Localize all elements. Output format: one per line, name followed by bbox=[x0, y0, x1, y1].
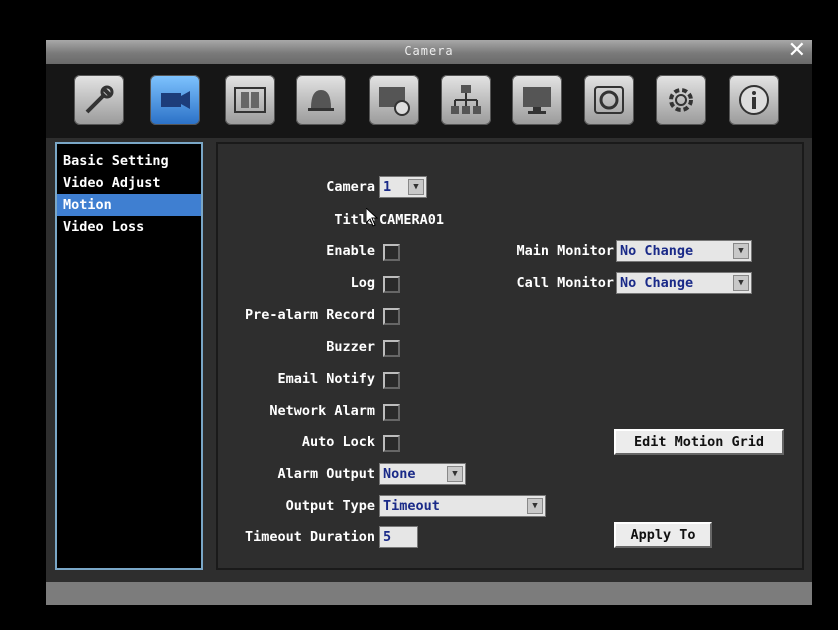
info-icon[interactable] bbox=[729, 75, 779, 125]
timeout-duration-value: 5 bbox=[383, 529, 392, 545]
buzzer-label: Buzzer bbox=[326, 339, 375, 355]
email-notify-label: Email Notify bbox=[277, 371, 375, 387]
settings-menu: Basic Setting Video Adjust Motion Video … bbox=[55, 142, 203, 570]
main-monitor-value: No Change bbox=[620, 243, 694, 259]
title-value[interactable]: CAMERA01 bbox=[379, 212, 444, 228]
monitor-icon[interactable] bbox=[512, 75, 562, 125]
network-icon[interactable] bbox=[441, 75, 491, 125]
main-monitor-label: Main Monitor bbox=[516, 243, 614, 259]
log-checkbox[interactable] bbox=[383, 276, 400, 293]
menu-item-video-adjust[interactable]: Video Adjust bbox=[57, 172, 201, 194]
alarm-output-label: Alarm Output bbox=[277, 466, 375, 482]
wrench-icon[interactable] bbox=[74, 75, 124, 125]
camera-value: 1 bbox=[383, 179, 392, 195]
camera-select[interactable]: 1 ▼ bbox=[379, 176, 427, 198]
network-alarm-checkbox[interactable] bbox=[383, 404, 400, 421]
chevron-down-icon: ▼ bbox=[733, 243, 749, 259]
network-alarm-label: Network Alarm bbox=[269, 403, 375, 419]
call-monitor-label: Call Monitor bbox=[516, 275, 614, 291]
status-bar bbox=[46, 582, 812, 605]
timeout-duration-label: Timeout Duration bbox=[244, 529, 375, 545]
camera-window: Camera ✕ Basic Setting Video Adjust Moti… bbox=[46, 38, 812, 605]
chevron-down-icon: ▼ bbox=[408, 179, 424, 195]
call-monitor-value: No Change bbox=[620, 275, 694, 291]
camera-label: Camera bbox=[326, 179, 375, 195]
menu-item-basic-setting[interactable]: Basic Setting bbox=[57, 150, 201, 172]
disk-icon[interactable] bbox=[584, 75, 634, 125]
camera-icon[interactable] bbox=[150, 75, 200, 125]
chevron-down-icon: ▼ bbox=[447, 466, 463, 482]
buzzer-checkbox[interactable] bbox=[383, 340, 400, 357]
timeout-duration-input[interactable]: 5 bbox=[379, 526, 418, 548]
motion-settings-panel: Camera 1 ▼ Title CAMERA01 Enable Log Pre… bbox=[216, 142, 804, 570]
auto-lock-label: Auto Lock bbox=[301, 434, 375, 450]
prealarm-checkbox[interactable] bbox=[383, 308, 400, 325]
prealarm-label: Pre-alarm Record bbox=[244, 307, 375, 323]
main-monitor-select[interactable]: No Change ▼ bbox=[616, 240, 752, 262]
enable-label: Enable bbox=[326, 243, 375, 259]
alarm-output-value: None bbox=[383, 466, 416, 482]
edit-motion-grid-button[interactable]: Edit Motion Grid bbox=[614, 429, 784, 455]
chevron-down-icon: ▼ bbox=[733, 275, 749, 291]
alarm-output-select[interactable]: None ▼ bbox=[379, 463, 466, 485]
chevron-down-icon: ▼ bbox=[527, 498, 543, 514]
menu-item-video-loss[interactable]: Video Loss bbox=[57, 216, 201, 238]
toolbar bbox=[46, 64, 812, 138]
call-monitor-select[interactable]: No Change ▼ bbox=[616, 272, 752, 294]
output-type-value: Timeout bbox=[383, 498, 440, 514]
title-bar: Camera ✕ bbox=[46, 38, 812, 64]
auto-lock-checkbox[interactable] bbox=[383, 435, 400, 452]
film-icon[interactable] bbox=[225, 75, 275, 125]
title-label: Title bbox=[334, 212, 375, 228]
apply-to-button[interactable]: Apply To bbox=[614, 522, 712, 548]
mouse-cursor-icon bbox=[366, 208, 379, 227]
bell-icon[interactable] bbox=[296, 75, 346, 125]
gear-icon[interactable] bbox=[656, 75, 706, 125]
output-type-label: Output Type bbox=[285, 498, 375, 514]
window-title: Camera bbox=[404, 44, 454, 58]
log-label: Log bbox=[350, 275, 375, 291]
close-icon[interactable]: ✕ bbox=[788, 38, 806, 63]
record-icon[interactable] bbox=[369, 75, 419, 125]
email-notify-checkbox[interactable] bbox=[383, 372, 400, 389]
enable-checkbox[interactable] bbox=[383, 244, 400, 261]
output-type-select[interactable]: Timeout ▼ bbox=[379, 495, 546, 517]
menu-item-motion[interactable]: Motion bbox=[57, 194, 201, 216]
